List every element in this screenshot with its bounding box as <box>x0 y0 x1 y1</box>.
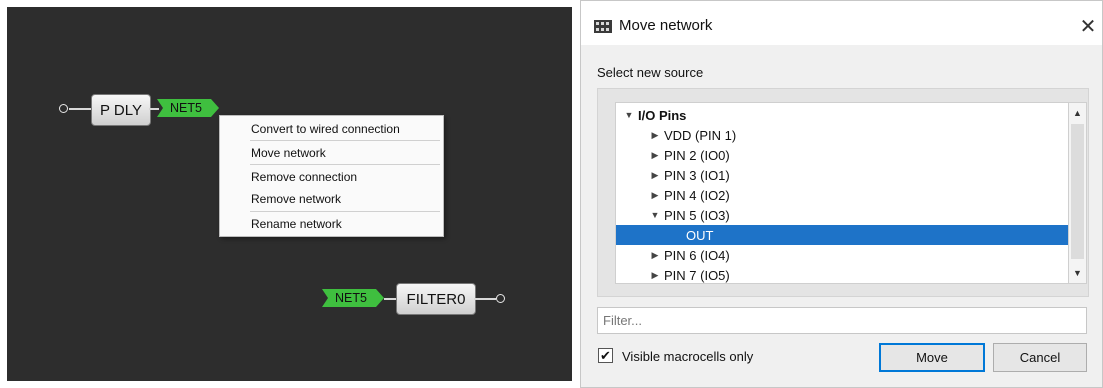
tree-item-label: PIN 2 (IO0) <box>664 147 730 163</box>
move-network-dialog: Move network ✕ Select new source ▼ I/O P… <box>580 0 1103 388</box>
net-tag-net5-out-label: NET5 <box>170 101 202 115</box>
pdly-input-pin[interactable] <box>59 104 68 113</box>
menu-separator <box>250 211 440 212</box>
close-icon[interactable]: ✕ <box>1075 11 1101 41</box>
filter-input-wire <box>384 298 396 300</box>
menu-separator <box>250 140 440 141</box>
tree-item-pin2[interactable]: ▶ PIN 2 (IO0) <box>616 145 1068 165</box>
collapsed-arrow-icon[interactable]: ▶ <box>646 190 664 201</box>
tree-item-label: PIN 6 (IO4) <box>664 247 730 263</box>
tree-item-pin7[interactable]: ▶ PIN 7 (IO5) <box>616 265 1068 283</box>
tree-item-label: I/O Pins <box>638 107 687 123</box>
expanded-arrow-icon[interactable]: ▼ <box>646 210 664 220</box>
filter-output-pin[interactable] <box>496 294 505 303</box>
visible-macrocells-label[interactable]: Visible macrocells only <box>622 349 753 364</box>
tree-item-label: PIN 5 (IO3) <box>664 207 730 223</box>
collapsed-arrow-icon[interactable]: ▶ <box>646 130 664 141</box>
menu-item-remove-network[interactable]: Remove network <box>220 188 443 210</box>
tree-scrollbar[interactable]: ▲ ▼ <box>1069 102 1087 284</box>
select-source-label: Select new source <box>597 65 704 80</box>
menu-item-remove-connection[interactable]: Remove connection <box>220 166 443 188</box>
filter-output-wire <box>474 298 496 300</box>
schematic-canvas[interactable]: P DLY NET5 NET5 FILTER0 Convert to wired… <box>7 7 572 381</box>
tree-item-label: VDD (PIN 1) <box>664 127 737 143</box>
filter-input[interactable] <box>597 307 1087 334</box>
tree-item-pin6[interactable]: ▶ PIN 6 (IO4) <box>616 245 1068 265</box>
tree-frame: ▼ I/O Pins ▶ VDD (PIN 1) ▶ PIN 2 (IO0) ▶… <box>597 88 1089 297</box>
tree-item-pin4[interactable]: ▶ PIN 4 (IO2) <box>616 185 1068 205</box>
scroll-up-icon[interactable]: ▲ <box>1069 104 1086 122</box>
visible-macrocells-checkbox[interactable]: ✔ <box>598 348 613 363</box>
collapsed-arrow-icon[interactable]: ▶ <box>646 250 664 261</box>
context-menu: Convert to wired connection Move network… <box>219 115 444 237</box>
source-tree[interactable]: ▼ I/O Pins ▶ VDD (PIN 1) ▶ PIN 2 (IO0) ▶… <box>615 102 1069 284</box>
tree-item-label: OUT <box>686 227 714 243</box>
tree-item-out[interactable]: OUT <box>616 225 1068 245</box>
tree-item-pin5[interactable]: ▼ PIN 5 (IO3) <box>616 205 1068 225</box>
collapsed-arrow-icon[interactable]: ▶ <box>646 170 664 181</box>
menu-item-move-network[interactable]: Move network <box>220 142 443 164</box>
tree-item-io-pins[interactable]: ▼ I/O Pins <box>616 105 1068 125</box>
tree-item-vdd-pin1[interactable]: ▶ VDD (PIN 1) <box>616 125 1068 145</box>
scroll-thumb[interactable] <box>1071 124 1084 259</box>
collapsed-arrow-icon[interactable]: ▶ <box>646 270 664 281</box>
tree-item-label: PIN 7 (IO5) <box>664 267 730 283</box>
menu-separator <box>250 164 440 165</box>
chip-icon <box>594 20 612 33</box>
collapsed-arrow-icon[interactable]: ▶ <box>646 150 664 161</box>
expanded-arrow-icon[interactable]: ▼ <box>620 110 638 120</box>
title-bar[interactable]: Move network ✕ <box>581 1 1102 45</box>
tree-item-label: PIN 3 (IO1) <box>664 167 730 183</box>
move-button[interactable]: Move <box>879 343 985 372</box>
dialog-title: Move network <box>619 17 713 34</box>
cancel-button[interactable]: Cancel <box>993 343 1087 372</box>
menu-item-rename-network[interactable]: Rename network <box>220 213 443 235</box>
tree-item-pin3[interactable]: ▶ PIN 3 (IO1) <box>616 165 1068 185</box>
tree-item-label: PIN 4 (IO2) <box>664 187 730 203</box>
block-p-dly[interactable]: P DLY <box>91 94 151 126</box>
menu-item-convert-wired[interactable]: Convert to wired connection <box>220 118 443 140</box>
net-tag-net5-in-label: NET5 <box>335 291 367 305</box>
scroll-down-icon[interactable]: ▼ <box>1069 264 1086 282</box>
pdly-input-wire <box>69 108 91 110</box>
block-filter0[interactable]: FILTER0 <box>396 283 476 315</box>
